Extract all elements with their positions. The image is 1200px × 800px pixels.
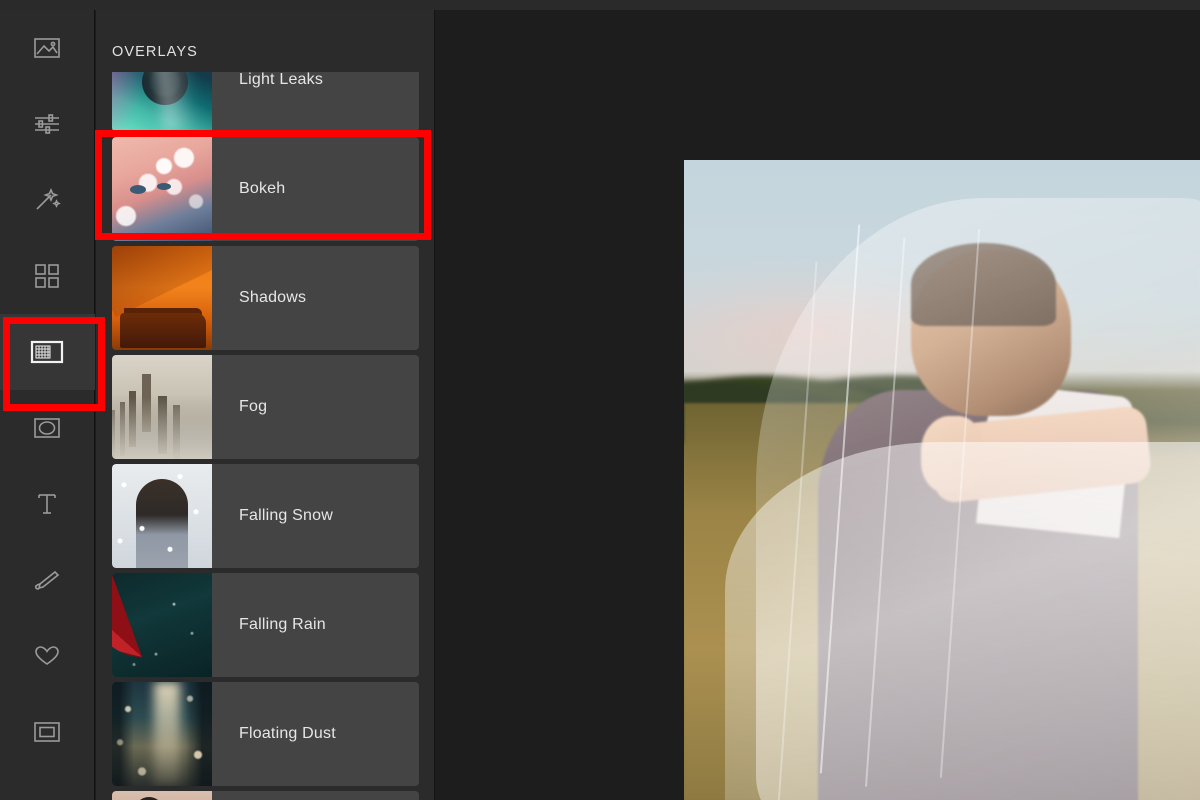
overlay-label: Light Leaks	[212, 72, 323, 89]
sidebar-item-overlays-tool[interactable]	[0, 314, 95, 390]
sidebar-item-favorites-tool[interactable]	[0, 618, 95, 694]
sidebar-item-image-tool[interactable]	[0, 10, 95, 86]
heart-icon	[33, 643, 61, 669]
text-t-icon	[34, 491, 60, 517]
list-item[interactable]: Fog	[112, 355, 419, 459]
photo-veil-lower	[725, 442, 1200, 800]
overlay-label: Bokeh	[212, 180, 285, 198]
overlay-grid-icon	[30, 339, 64, 365]
list-item[interactable]: Shadows	[112, 246, 419, 350]
preview-photo	[684, 160, 1200, 800]
tool-rail	[0, 10, 95, 800]
overlay-thumbnail	[112, 355, 212, 459]
list-item[interactable]: Floating Dust	[112, 682, 419, 786]
vignette-icon	[32, 416, 62, 440]
list-item[interactable]: Light Leaks	[112, 72, 419, 132]
sidebar-item-draw-tool[interactable]	[0, 542, 95, 618]
overlay-thumbnail	[112, 464, 212, 568]
overlay-label: Fog	[212, 398, 267, 416]
overlay-thumbnail	[112, 682, 212, 786]
overlays-list[interactable]: Light Leaks Bokeh Shadows Fog Falling Sn	[96, 72, 435, 800]
overlay-thumbnail	[112, 573, 212, 677]
pencil-icon	[32, 568, 62, 592]
sidebar-item-vignette-tool[interactable]	[0, 390, 95, 466]
overlay-thumbnail	[112, 791, 212, 800]
magic-wand-icon	[33, 187, 61, 213]
frame-icon	[32, 720, 62, 744]
list-item[interactable]: Falling Rain	[112, 573, 419, 677]
overlay-thumbnail	[112, 246, 212, 350]
window-titlebar	[0, 0, 1200, 10]
list-item[interactable]	[112, 791, 419, 800]
list-item[interactable]: Falling Snow	[112, 464, 419, 568]
list-item[interactable]: Bokeh	[112, 137, 419, 241]
editor-canvas[interactable]	[436, 10, 1200, 800]
overlay-thumbnail	[112, 72, 212, 132]
overlay-label: Falling Snow	[212, 507, 333, 525]
overlays-panel: OVERLAYS Light Leaks Bokeh Shadows F	[96, 10, 435, 800]
grid-squares-icon	[34, 263, 60, 289]
overlay-label: Shadows	[212, 289, 306, 307]
sidebar-item-frames-tool[interactable]	[0, 694, 95, 770]
sidebar-item-filters-tool[interactable]	[0, 238, 95, 314]
overlay-label: Floating Dust	[212, 725, 336, 743]
sidebar-item-effects-tool[interactable]	[0, 162, 95, 238]
image-icon	[33, 36, 61, 60]
overlay-label: Falling Rain	[212, 616, 326, 634]
photo-editor-app: OVERLAYS Light Leaks Bokeh Shadows F	[0, 0, 1200, 800]
panel-title: OVERLAYS	[112, 44, 198, 60]
sidebar-item-adjust-tool[interactable]	[0, 86, 95, 162]
sidebar-item-text-tool[interactable]	[0, 466, 95, 542]
sliders-icon	[32, 112, 62, 136]
overlay-thumbnail	[112, 137, 212, 241]
